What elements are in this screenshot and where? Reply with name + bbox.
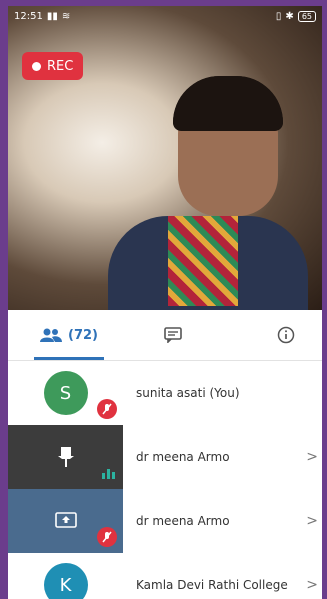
participant-name: dr meena Armo: [136, 514, 230, 528]
participant-tile: S: [8, 361, 123, 425]
video-person-hair-top: [173, 76, 283, 131]
screen-share-icon: [54, 512, 77, 528]
participant-name: dr meena Armo: [136, 450, 230, 464]
participant-tile: K: [8, 553, 123, 599]
mic-muted-icon: [97, 527, 117, 547]
wifi-icon: ≋: [61, 10, 71, 22]
audio-level-icon: [102, 469, 115, 479]
participant-name: sunita asati (You): [136, 386, 240, 400]
record-dot-icon: [32, 61, 41, 71]
vibrate-icon: ▯: [275, 10, 282, 22]
signal-icon: ▮▮: [46, 10, 58, 22]
participant-tile: [8, 425, 123, 489]
people-icon: [40, 328, 62, 342]
avatar: K: [43, 563, 88, 599]
participant-name: Kamla Devi Rathi College: [136, 578, 288, 592]
participant-tile: [8, 489, 123, 553]
chevron-right-icon[interactable]: >: [306, 513, 318, 529]
battery-icon: 65: [297, 10, 316, 22]
active-tab-indicator: [34, 357, 104, 360]
status-bar: 12:51 ▮▮ ≋ ▯ ✱ 65: [8, 6, 322, 26]
participant-list: S sunita asati (You) dr meena Armo > dr …: [8, 361, 322, 599]
recording-label: REC: [47, 58, 74, 74]
list-item[interactable]: dr meena Armo >: [8, 489, 322, 553]
mic-muted-icon: [97, 399, 117, 419]
app-frame: 12:51 ▮▮ ≋ ▯ ✱ 65 REC (72) S sunita asat…: [8, 6, 322, 599]
tab-participants[interactable]: (72): [34, 310, 104, 360]
avatar: S: [43, 371, 88, 415]
list-item[interactable]: K Kamla Devi Rathi College >: [8, 553, 322, 599]
chat-icon: [164, 327, 182, 343]
status-time: 12:51: [14, 10, 43, 22]
pin-icon: [57, 447, 74, 467]
chevron-right-icon[interactable]: >: [306, 449, 318, 465]
chevron-right-icon[interactable]: >: [306, 577, 318, 593]
tab-bar: (72): [8, 310, 322, 361]
participant-count: (72): [68, 327, 98, 343]
recording-badge: REC: [22, 52, 84, 80]
list-item[interactable]: S sunita asati (You): [8, 361, 322, 425]
list-item[interactable]: dr meena Armo >: [8, 425, 322, 489]
tab-info[interactable]: [266, 310, 306, 360]
bluetooth-icon: ✱: [285, 10, 294, 22]
info-icon: [277, 326, 295, 344]
video-person-scarf: [168, 216, 238, 306]
tab-chat[interactable]: [153, 310, 193, 360]
